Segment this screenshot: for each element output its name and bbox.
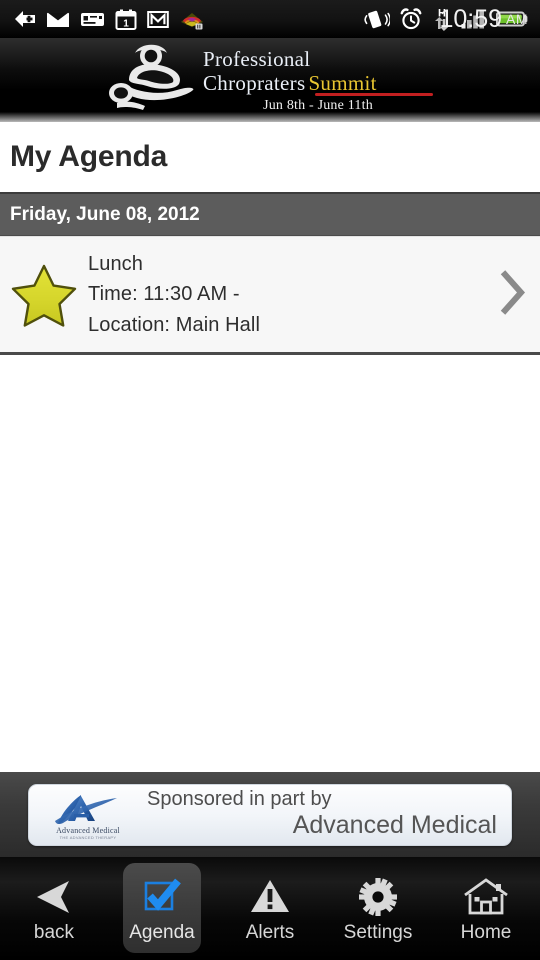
- email-envelope-icon: [46, 12, 70, 27]
- agenda-date-header: Friday, June 08, 2012: [0, 194, 540, 236]
- list-item-time: Time: 11:30 AM -: [88, 283, 240, 306]
- agenda-list: Lunch Time: 11:30 AM - Location: Main Ha…: [0, 236, 540, 355]
- svg-text:1: 1: [123, 18, 129, 29]
- nav-item-settings-label: Settings: [343, 921, 413, 943]
- sponsor-logo-name: Advanced Medical: [56, 826, 120, 835]
- status-bar: 1 H 10:59 AM: [0, 0, 540, 38]
- gmail-icon: [147, 10, 169, 28]
- logo-text-block: Professional Chropraters Summit Jun 8th -…: [203, 44, 433, 114]
- sponsor-logo-wrap: Advanced Medical THE ADVANCED THERAPY: [29, 789, 147, 840]
- list-item-star-wrap[interactable]: [0, 263, 88, 327]
- warning-triangle-icon[interactable]: [247, 876, 293, 918]
- logo-line-2-main: Chropraters: [203, 70, 306, 95]
- list-item-title: Lunch: [88, 252, 143, 275]
- gear-icon[interactable]: [355, 876, 401, 918]
- bottom-nav-bar: back Agenda Alerts Settings Home: [0, 857, 540, 960]
- nav-item-agenda[interactable]: Agenda: [108, 857, 216, 960]
- nav-item-home[interactable]: Home: [432, 857, 540, 960]
- nav-item-agenda-label: Agenda: [129, 921, 195, 943]
- sponsor-logo-tagline: THE ADVANCED THERAPY: [59, 835, 117, 840]
- logo-line-1: Professional: [203, 46, 311, 71]
- nav-item-settings[interactable]: Settings: [324, 857, 432, 960]
- favorite-star-icon[interactable]: [11, 263, 77, 327]
- nav-item-back-label: back: [33, 921, 75, 943]
- checkbox-check-icon[interactable]: [139, 876, 185, 918]
- sms-message-icon: [81, 12, 104, 26]
- nav-item-alerts[interactable]: Alerts: [216, 857, 324, 960]
- list-item-location: Location: Main Hall: [88, 313, 260, 336]
- app-root: 1 H 10:59 AM Professional Chropraters Su…: [0, 0, 540, 960]
- list-item-chevron-wrap[interactable]: [498, 268, 528, 321]
- status-bar-clock: 10:59: [439, 4, 502, 33]
- download-arrow-icon: [15, 11, 35, 27]
- calendar-icon: 1: [115, 9, 137, 30]
- alarm-clock-icon: [400, 8, 422, 30]
- sponsor-banner-zone: Advanced Medical THE ADVANCED THERAPY Sp…: [0, 772, 540, 857]
- logo-line-2-accent: Summit: [308, 70, 377, 95]
- sponsor-text-wrap: Sponsored in part by Advanced Medical: [147, 789, 511, 840]
- nav-item-back[interactable]: back: [0, 857, 108, 960]
- logo-container: Professional Chropraters Summit Jun 8th -…: [107, 40, 433, 118]
- back-arrow-icon[interactable]: [31, 876, 77, 918]
- list-item-body: Lunch Time: 11:30 AM - Location: Main Ha…: [88, 249, 540, 340]
- empty-content-area: [0, 358, 540, 772]
- list-item[interactable]: Lunch Time: 11:30 AM - Location: Main Ha…: [0, 236, 540, 355]
- nav-item-home-label: Home: [460, 921, 512, 943]
- logo-event-dates: Jun 8th - June 11th: [263, 98, 373, 114]
- chevron-right-icon[interactable]: [498, 268, 528, 316]
- page-title: My Agenda: [10, 140, 168, 173]
- sponsor-line-2: Advanced Medical: [292, 811, 497, 840]
- agenda-date-label: Friday, June 08, 2012: [10, 203, 200, 225]
- logo-line-2: Chropraters Summit: [203, 70, 433, 96]
- status-bar-left-icons: 1: [0, 9, 363, 30]
- house-icon[interactable]: [463, 876, 509, 918]
- advanced-medical-logo-icon: [55, 795, 117, 825]
- sponsor-line-1: Sponsored in part by: [147, 788, 332, 811]
- page-title-bar: My Agenda: [0, 122, 540, 194]
- chiropractor-logo-icon: [109, 44, 194, 110]
- vibrate-icon: [364, 10, 390, 28]
- status-bar-meridiem: AM: [506, 11, 528, 27]
- sponsor-banner[interactable]: Advanced Medical THE ADVANCED THERAPY Sp…: [28, 783, 512, 846]
- nav-item-alerts-label: Alerts: [245, 921, 295, 943]
- app-logo-header: Professional Chropraters Summit Jun 8th -…: [0, 38, 540, 122]
- media-rainbow-icon: [181, 12, 203, 29]
